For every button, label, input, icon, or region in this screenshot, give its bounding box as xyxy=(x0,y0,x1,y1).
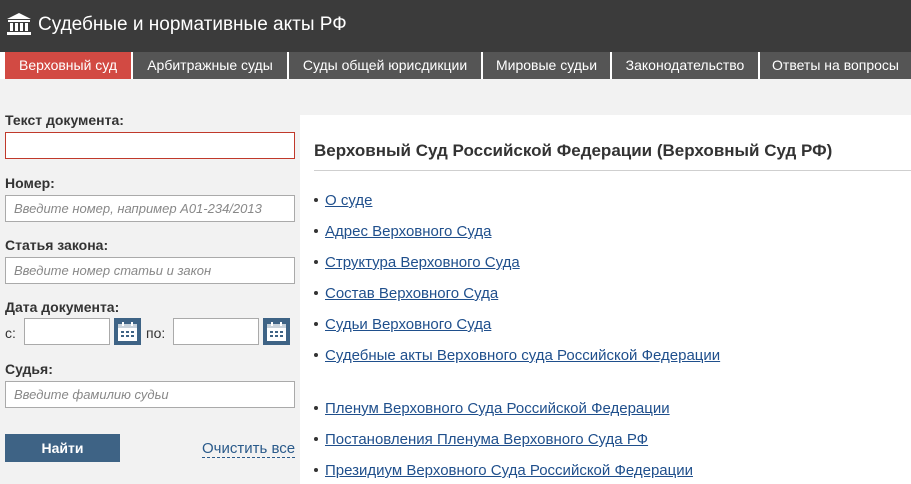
list-item: Пленум Верховного Суда Российской Федера… xyxy=(314,400,670,417)
list-item: Постановления Пленума Верховного Суда РФ xyxy=(314,431,648,448)
list-item: Адрес Верховного Суда xyxy=(314,223,491,240)
bullet xyxy=(314,437,318,442)
bullet xyxy=(314,260,318,265)
bullet xyxy=(314,353,318,358)
list-item: Судьи Верховного Суда xyxy=(314,316,491,333)
main-content: Верховный Суд Российской Федерации (Верх… xyxy=(300,115,911,484)
search-button[interactable]: Найти xyxy=(5,434,120,462)
date-to-label: по: xyxy=(146,325,166,341)
link-court-judges[interactable]: Судьи Верховного Суда xyxy=(325,316,491,333)
date-from-calendar-button[interactable] xyxy=(114,318,141,345)
link-court-address[interactable]: Адрес Верховного Суда xyxy=(325,223,491,240)
number-label: Номер: xyxy=(5,175,55,191)
date-label: Дата документа: xyxy=(5,299,120,315)
tab-faq[interactable]: Ответы на вопросы xyxy=(760,52,911,79)
judge-label: Судья: xyxy=(5,361,53,377)
site-header: Судебные и нормативные акты РФ xyxy=(0,0,911,52)
bullet xyxy=(314,198,318,203)
search-form: Текст документа: Номер: Статья закона: Д… xyxy=(0,79,300,484)
date-to-calendar-button[interactable] xyxy=(263,318,290,345)
tab-legislation[interactable]: Законодательство xyxy=(612,52,758,79)
tab-supreme-court[interactable]: Верховный суд xyxy=(5,52,131,79)
link-plenum-resolutions[interactable]: Постановления Пленума Верховного Суда РФ xyxy=(325,431,648,448)
clear-all-link[interactable]: Очистить все xyxy=(202,441,296,458)
date-from-label: с: xyxy=(5,325,16,341)
page-title: Верховный Суд Российской Федерации (Верх… xyxy=(314,141,833,160)
date-to-input[interactable] xyxy=(173,318,259,345)
link-about-court[interactable]: О суде xyxy=(325,192,372,209)
calendar-icon xyxy=(118,322,137,341)
list-item: Состав Верховного Суда xyxy=(314,285,498,302)
list-item: Судебные акты Верховного суда Российской… xyxy=(314,347,720,364)
main-nav: Верховный суд Арбитражные суды Суды обще… xyxy=(0,52,911,79)
courthouse-icon xyxy=(7,13,31,35)
date-from-input[interactable] xyxy=(24,318,110,345)
link-court-composition[interactable]: Состав Верховного Суда xyxy=(325,285,498,302)
link-plenum[interactable]: Пленум Верховного Суда Российской Федера… xyxy=(325,400,670,417)
calendar-icon xyxy=(267,322,286,341)
tab-magistrates[interactable]: Мировые судьи xyxy=(483,52,610,79)
bullet xyxy=(314,291,318,296)
list-item: О суде xyxy=(314,192,372,209)
article-input[interactable] xyxy=(5,257,295,284)
article-label: Статья закона: xyxy=(5,237,109,253)
number-input[interactable] xyxy=(5,195,295,222)
bullet xyxy=(314,322,318,327)
tab-arbitration-courts[interactable]: Арбитражные суды xyxy=(133,52,287,79)
site-title[interactable]: Судебные и нормативные акты РФ xyxy=(38,14,347,36)
link-court-structure[interactable]: Структура Верховного Суда xyxy=(325,254,520,271)
link-presidium[interactable]: Президиум Верховного Суда Российской Фед… xyxy=(325,462,693,479)
bullet xyxy=(314,406,318,411)
tab-general-courts[interactable]: Суды общей юрисдикции xyxy=(289,52,481,79)
link-court-acts[interactable]: Судебные акты Верховного суда Российской… xyxy=(325,347,720,364)
bullet xyxy=(314,468,318,473)
bullet xyxy=(314,229,318,234)
title-divider xyxy=(314,170,911,171)
judge-input[interactable] xyxy=(5,381,295,408)
doc-text-input[interactable] xyxy=(5,132,295,159)
doc-text-label: Текст документа: xyxy=(5,112,124,128)
list-item: Структура Верховного Суда xyxy=(314,254,520,271)
list-item: Президиум Верховного Суда Российской Фед… xyxy=(314,462,693,479)
